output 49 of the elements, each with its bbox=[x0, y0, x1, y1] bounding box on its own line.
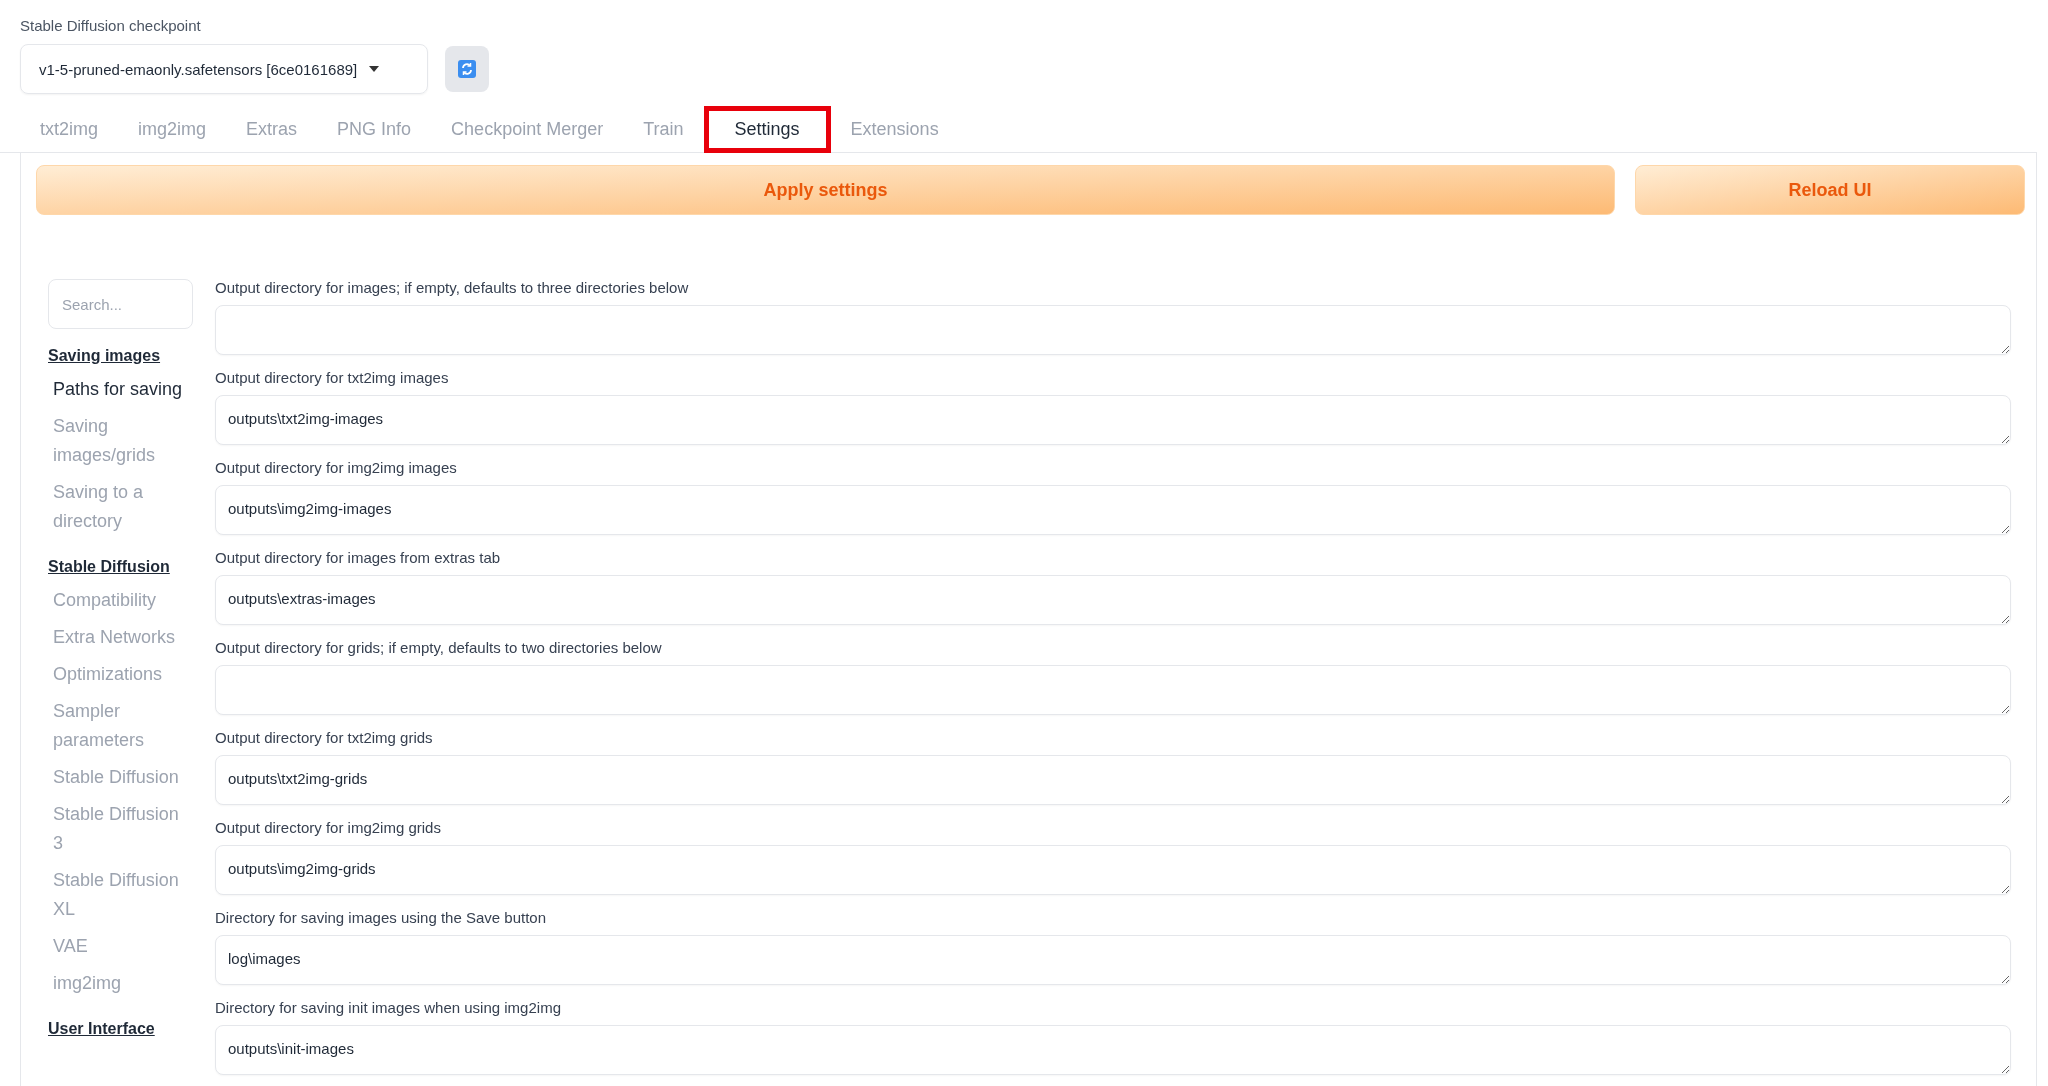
sidebar-item[interactable]: Sampler parameters bbox=[48, 693, 193, 759]
field-label: Output directory for grids; if empty, defaults to two directories below bbox=[215, 639, 663, 656]
tab[interactable]: Settings bbox=[703, 106, 831, 153]
caret-icon bbox=[369, 66, 380, 72]
tab[interactable]: Extras bbox=[226, 106, 318, 153]
tab[interactable]: txt2img bbox=[20, 106, 119, 153]
text-field[interactable]: outputs\txt2img-images bbox=[215, 395, 2011, 445]
text-field[interactable]: outputs\img2img-grids bbox=[215, 845, 2011, 895]
section-heading[interactable]: User Interface bbox=[48, 1020, 193, 1038]
field-label: Directory for saving images using the Save button bbox=[215, 909, 547, 926]
text-field[interactable] bbox=[215, 665, 2011, 715]
field-label: Output directory for img2img images bbox=[215, 459, 458, 476]
tab[interactable]: Extensions bbox=[830, 106, 959, 153]
tab[interactable]: img2img bbox=[118, 106, 227, 153]
sidebar-item[interactable]: Saving images/grids bbox=[48, 408, 193, 474]
refresh-icon bbox=[458, 60, 476, 78]
tab[interactable]: PNG Info bbox=[317, 106, 432, 153]
refresh-button[interactable] bbox=[445, 46, 489, 92]
sidebar-item[interactable]: Extra Networks bbox=[48, 619, 193, 656]
sidebar-item[interactable]: VAE bbox=[48, 928, 193, 965]
tab[interactable]: Checkpoint Merger bbox=[431, 106, 624, 153]
checkpoint-dropdown[interactable]: v1-5-pruned-emaonly.safetensors [6ce0161689] bbox=[20, 44, 428, 94]
field-label: Output directory for txt2img grids bbox=[215, 729, 434, 746]
section-heading[interactable]: Stable Diffusion bbox=[48, 558, 193, 576]
sidebar-item[interactable]: Stable Diffusion bbox=[48, 759, 193, 796]
section-heading[interactable]: Saving images bbox=[48, 347, 193, 365]
sidebar-item[interactable]: Stable Diffusion XL bbox=[48, 862, 193, 928]
text-field[interactable]: log\images bbox=[215, 935, 2011, 985]
sidebar-item[interactable]: img2img bbox=[48, 965, 193, 1002]
field-label: Output directory for txt2img images bbox=[215, 369, 450, 386]
field-label: Output directory for img2img grids bbox=[215, 819, 442, 836]
field-label: Directory for saving init images when using img2img bbox=[215, 999, 562, 1016]
text-field[interactable]: outputs\extras-images bbox=[215, 575, 2011, 625]
sidebar-item[interactable]: Paths for saving bbox=[48, 371, 193, 408]
sidebar-item[interactable]: Saving to a directory bbox=[48, 474, 193, 540]
search-field[interactable]: Search... bbox=[48, 279, 193, 329]
field-label: Output directory for images; if empty, defaults to three directories below bbox=[215, 279, 690, 296]
sidebar-item[interactable]: Stable Diffusion 3 bbox=[48, 796, 193, 862]
sidebar-item[interactable]: Optimizations bbox=[48, 656, 193, 693]
field-label: Output directory for images from extras tab bbox=[215, 549, 502, 566]
checkpoint-label: Stable Diffusion checkpoint bbox=[20, 17, 202, 34]
tab[interactable]: Train bbox=[623, 106, 704, 153]
text-field[interactable] bbox=[215, 305, 2011, 355]
apply-settings-button[interactable]: Apply settings bbox=[36, 165, 1615, 215]
sidebar-item[interactable]: Compatibility bbox=[48, 582, 193, 619]
text-field[interactable]: outputs\txt2img-grids bbox=[215, 755, 2011, 805]
text-field[interactable]: outputs\img2img-images bbox=[215, 485, 2011, 535]
text-field[interactable]: outputs\init-images bbox=[215, 1025, 2011, 1075]
reload-ui-button[interactable]: Reload UI bbox=[1635, 165, 2025, 215]
